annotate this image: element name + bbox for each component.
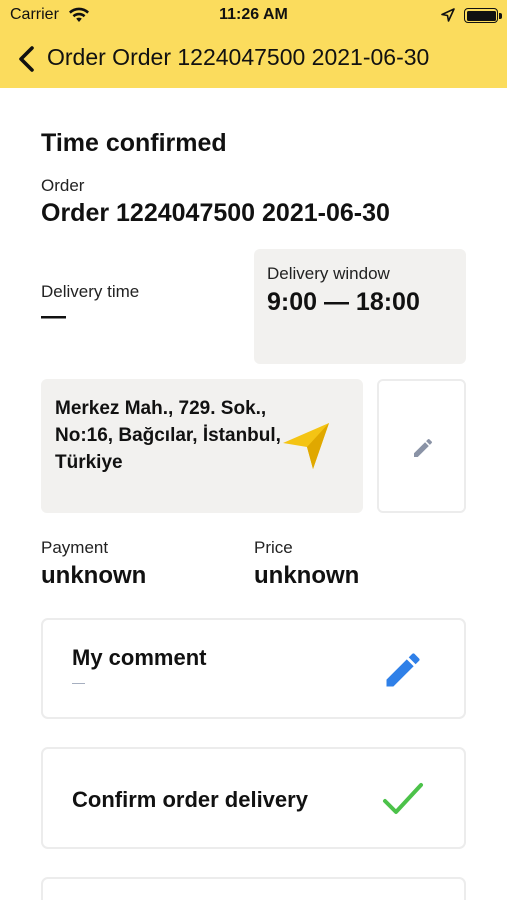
order-label: Order [41, 176, 85, 195]
my-comment-value: — [72, 675, 85, 690]
order-value: Order 1224047500 2021-06-30 [41, 199, 390, 227]
delivery-window-value: 9:00 — 18:00 [267, 288, 420, 316]
price-label: Price [254, 538, 293, 557]
location-arrow-icon [441, 8, 455, 22]
address-text: Merkez Mah., 729. Sok., No:16, Bağcılar,… [55, 398, 281, 473]
price-value: unknown [254, 562, 360, 589]
navigation-arrow-icon [283, 423, 329, 469]
my-comment-card[interactable]: My comment — [41, 618, 466, 719]
navigation-bar: Order Order 1224047500 2021-06-30 [0, 36, 507, 80]
delivery-window-box: Delivery window 9:00 — 18:00 [254, 249, 466, 364]
delivery-time-label: Delivery time [41, 282, 140, 301]
pencil-icon [414, 438, 433, 457]
next-card[interactable] [41, 877, 466, 900]
payment-label: Payment [41, 538, 109, 557]
confirm-delivery-title: Confirm order delivery [72, 787, 308, 812]
edit-address-button[interactable] [377, 379, 466, 513]
status-bar: Carrier 11:26 AM [0, 0, 507, 30]
payment-value: unknown [41, 562, 147, 589]
confirm-delivery-card[interactable]: Confirm order delivery [41, 747, 466, 849]
page-title: Order Order 1224047500 2021-06-30 [47, 44, 430, 70]
battery-icon [464, 8, 502, 23]
pencil-icon [386, 653, 420, 687]
order-status-heading: Time confirmed [41, 129, 227, 157]
delivery-window-label: Delivery window [267, 264, 390, 283]
address-box[interactable]: Merkez Mah., 729. Sok., No:16, Bağcılar,… [41, 379, 363, 513]
checkmark-icon [383, 783, 423, 814]
back-chevron-icon[interactable] [14, 44, 40, 74]
my-comment-title: My comment [72, 645, 207, 670]
clock: 11:26 AM [219, 6, 288, 23]
delivery-time-value: — [41, 302, 66, 330]
app-header: Carrier 11:26 AM Order Order 1224047500 … [0, 0, 507, 88]
